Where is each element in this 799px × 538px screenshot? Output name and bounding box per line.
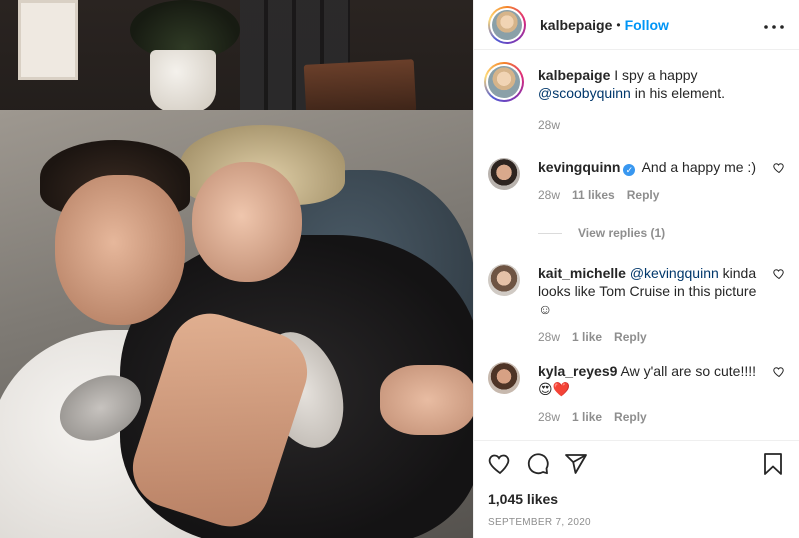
- caption-username[interactable]: kalbepaige: [538, 67, 610, 83]
- photo-pot: [150, 50, 216, 112]
- post-header: kalbepaige • Follow: [474, 0, 799, 50]
- comment-item: kait_michelle @kevingquinn kinda looks l…: [488, 264, 785, 346]
- reply-button[interactable]: Reply: [614, 408, 647, 426]
- comment-username[interactable]: kevingquinn: [538, 159, 620, 175]
- commenter-avatar[interactable]: [488, 362, 520, 394]
- likes-count[interactable]: 1,045 likes: [488, 491, 785, 507]
- commenter-avatar[interactable]: [488, 264, 520, 296]
- view-replies-label: View replies (1): [578, 226, 666, 240]
- comment-username[interactable]: kyla_reyes9: [538, 363, 617, 379]
- comment-likes[interactable]: 1 like: [572, 408, 602, 426]
- commenter-avatar[interactable]: [488, 158, 520, 190]
- verified-icon: ✓: [623, 164, 636, 176]
- avatar-image: [492, 9, 522, 40]
- view-replies-button[interactable]: View replies (1): [538, 226, 785, 240]
- share-icon[interactable]: [564, 452, 588, 479]
- post-date[interactable]: SEPTEMBER 7, 2020: [488, 517, 785, 528]
- post-sidebar: kalbepaige • Follow kalbepaige I spy a h…: [473, 0, 799, 538]
- author-username[interactable]: kalbepaige: [540, 17, 612, 33]
- caption-text-after: in his element.: [634, 85, 725, 101]
- comment-icon[interactable]: [526, 452, 550, 479]
- author-avatar[interactable]: [488, 5, 526, 44]
- comment-item: kevingquinn ✓ And a happy me :) 28w 11 li…: [488, 158, 785, 204]
- comment-time[interactable]: 28w: [538, 328, 560, 346]
- comment-mention[interactable]: @kevingquinn: [630, 265, 719, 281]
- caption-text-before: I spy a happy: [614, 67, 698, 83]
- heart-icon[interactable]: [773, 162, 785, 174]
- heart-icon[interactable]: [773, 268, 785, 280]
- reply-button[interactable]: Reply: [614, 328, 647, 346]
- heart-icon[interactable]: [488, 452, 512, 479]
- photo-box: [303, 59, 417, 117]
- comment-likes[interactable]: 1 like: [572, 328, 602, 346]
- comment-likes[interactable]: 11 likes: [572, 186, 615, 204]
- comment-time[interactable]: 28w: [538, 408, 560, 426]
- caption-time[interactable]: 28w: [538, 116, 560, 134]
- more-icon[interactable]: [763, 14, 785, 35]
- caption-mention[interactable]: @scoobyquinn: [538, 85, 631, 101]
- reply-button[interactable]: Reply: [627, 186, 660, 204]
- separator-dot: •: [616, 17, 621, 32]
- follow-button[interactable]: Follow: [625, 17, 669, 33]
- photo-cabinet: [18, 0, 78, 80]
- photo-woman-face: [192, 162, 302, 282]
- caption-avatar-image: [488, 66, 520, 98]
- action-bar: [488, 441, 785, 489]
- view-replies-line: [538, 232, 562, 234]
- comments-section[interactable]: kalbepaige I spy a happy @scoobyquinn in…: [474, 50, 799, 440]
- bookmark-icon[interactable]: [761, 452, 785, 479]
- comment-time[interactable]: 28w: [538, 186, 560, 204]
- caption-avatar[interactable]: [484, 62, 524, 102]
- heart-icon[interactable]: [773, 366, 785, 378]
- comment-item: kyla_reyes9 Aw y'all are so cute!!!! 😍❤️…: [488, 362, 785, 426]
- post-footer: 1,045 likes SEPTEMBER 7, 2020: [474, 440, 799, 538]
- caption: kalbepaige I spy a happy @scoobyquinn in…: [484, 62, 785, 134]
- photo-hand: [380, 365, 473, 435]
- instagram-post-modal: kalbepaige • Follow kalbepaige I spy a h…: [0, 0, 799, 538]
- photo-man-face: [55, 175, 185, 325]
- post-photo[interactable]: [0, 0, 473, 538]
- comment-username[interactable]: kait_michelle: [538, 265, 626, 281]
- comment-text: And a happy me :): [641, 159, 756, 175]
